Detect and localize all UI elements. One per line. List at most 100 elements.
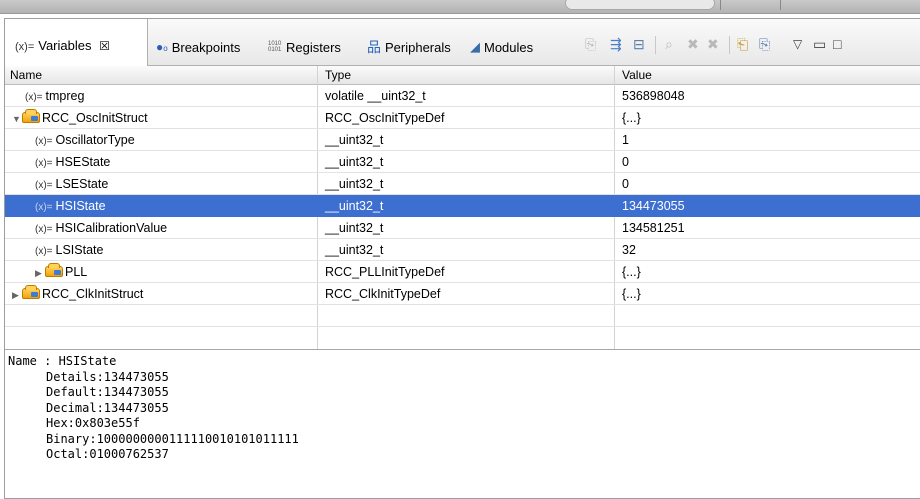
tab-modules-label: Modules bbox=[484, 39, 534, 55]
add-expression-icon[interactable]: ⎘ bbox=[759, 35, 770, 53]
tab-variables[interactable]: (x)= Variables ☒ bbox=[5, 19, 148, 66]
view-menu-icon[interactable]: ▽ bbox=[793, 35, 802, 53]
details-decimal: Decimal:134473055 bbox=[46, 400, 169, 415]
variable-value[interactable]: 536898048 bbox=[622, 89, 685, 103]
breakpoints-icon: ●o bbox=[156, 40, 168, 54]
toolbar-separator bbox=[780, 0, 781, 10]
variables-table: (x)= tmpreg volatile __uint32_t 536898048… bbox=[5, 85, 920, 327]
variable-icon: (x)= bbox=[35, 246, 53, 257]
window-toolbar-strip bbox=[0, 0, 920, 14]
view-tab-bar: (x)= Variables ☒ ●o Breakpoints 1010 0101 Re… bbox=[5, 19, 920, 66]
table-row-empty bbox=[5, 305, 920, 327]
variable-value[interactable]: {...} bbox=[622, 111, 641, 125]
table-row[interactable]: ▶ PLL RCC_PLLInitTypeDef {...} bbox=[5, 261, 920, 283]
toolbar-separator bbox=[655, 36, 656, 54]
variable-name: HSIState bbox=[55, 199, 106, 213]
tab-modules[interactable]: ◢ Modules bbox=[470, 38, 533, 56]
toolbar-separator bbox=[720, 0, 721, 10]
table-row[interactable]: (x)= LSEState __uint32_t 0 bbox=[5, 173, 920, 195]
disconnect-icon[interactable]: ⌕ bbox=[665, 35, 673, 53]
variable-type: __uint32_t bbox=[325, 221, 384, 235]
variable-value[interactable]: {...} bbox=[622, 265, 641, 279]
variable-icon: (x)= bbox=[35, 202, 53, 213]
variable-type: __uint32_t bbox=[325, 133, 384, 147]
variable-icon: (x)= bbox=[25, 92, 43, 103]
chevron-right-icon[interactable]: ▶ bbox=[35, 268, 45, 279]
tab-registers-label: Registers bbox=[286, 39, 341, 55]
variable-type: __uint32_t bbox=[325, 243, 384, 257]
close-icon[interactable]: ☒ bbox=[99, 39, 110, 53]
minimize-icon[interactable]: ▭ bbox=[813, 35, 826, 53]
variable-type: __uint32_t bbox=[325, 199, 384, 213]
column-header-value[interactable]: Value bbox=[622, 68, 652, 82]
table-row-selected[interactable]: (x)= HSIState __uint32_t 134473055 bbox=[5, 195, 920, 217]
variable-name: tmpreg bbox=[45, 89, 85, 103]
tab-breakpoints[interactable]: ●o Breakpoints bbox=[156, 38, 240, 56]
variable-name: LSEState bbox=[55, 177, 109, 191]
layout-icon[interactable]: ⊟ bbox=[633, 35, 645, 53]
variable-icon: (x)= bbox=[35, 224, 53, 235]
details-hex: Hex:0x803e55f bbox=[46, 416, 140, 430]
details-octal: Octal:01000762537 bbox=[46, 447, 169, 461]
details-binary: Binary:1000000000111110010101011111 bbox=[46, 431, 299, 446]
registers-icon: 1010 0101 bbox=[268, 41, 282, 53]
column-header-type[interactable]: Type bbox=[325, 68, 351, 82]
table-header: Name Type Value bbox=[5, 66, 920, 85]
variable-name: HSICalibrationValue bbox=[55, 221, 168, 235]
details-details: Details:134473055 bbox=[46, 369, 169, 384]
add-variable-icon[interactable]: ⎗ bbox=[737, 35, 748, 53]
struct-icon bbox=[45, 263, 63, 277]
table-row[interactable]: ▶ RCC_ClkInitStruct RCC_ClkInitTypeDef {.… bbox=[5, 283, 920, 305]
perspective-switcher[interactable] bbox=[565, 0, 715, 10]
variable-icon: (x)= bbox=[35, 180, 53, 191]
tab-breakpoints-label: Breakpoints bbox=[171, 39, 241, 55]
table-row[interactable]: (x)= HSICalibrationValue __uint32_t 13458… bbox=[5, 217, 920, 239]
table-row[interactable]: (x)= LSIState __uint32_t 32 bbox=[5, 239, 920, 261]
details-name: Name : HSIState bbox=[8, 354, 117, 368]
variables-view: (x)= Variables ☒ ●o Breakpoints 1010 0101 Re… bbox=[4, 18, 920, 499]
tab-peripherals[interactable]: 品 Peripherals bbox=[367, 38, 451, 56]
variable-value[interactable]: 134581251 bbox=[622, 221, 685, 235]
variable-value[interactable]: 32 bbox=[622, 243, 636, 257]
tab-variables-label: Variables bbox=[38, 38, 92, 53]
eclipse-window: (x)= Variables ☒ ●o Breakpoints 1010 0101 Re… bbox=[0, 0, 920, 499]
variable-value[interactable]: 134473055 bbox=[622, 199, 685, 213]
tab-peripherals-label: Peripherals bbox=[385, 39, 451, 55]
details-default: Default:134473055 bbox=[46, 385, 169, 399]
variable-type: __uint32_t bbox=[325, 155, 384, 169]
show-type-names-icon[interactable]: ⇶ bbox=[610, 35, 622, 53]
details-pane[interactable]: Name : HSIState Details:134473055 Default:… bbox=[8, 354, 299, 463]
struct-icon bbox=[22, 285, 40, 299]
remove-icon[interactable]: ✖ bbox=[687, 35, 699, 53]
variable-name: RCC_ClkInitStruct bbox=[42, 287, 144, 301]
column-header-name[interactable]: Name bbox=[10, 68, 42, 82]
variable-type: RCC_OscInitTypeDef bbox=[325, 111, 445, 125]
variable-name: LSIState bbox=[55, 243, 104, 257]
table-row[interactable]: ▼ RCC_OscInitStruct RCC_OscInitTypeDef {.… bbox=[5, 107, 920, 129]
table-row[interactable]: (x)= HSEState __uint32_t 0 bbox=[5, 151, 920, 173]
chevron-down-icon[interactable]: ▼ bbox=[12, 114, 22, 124]
variable-value[interactable]: {...} bbox=[622, 287, 641, 301]
variable-name: OscillatorType bbox=[55, 133, 135, 147]
toolbar-separator bbox=[729, 36, 730, 54]
modules-icon: ◢ bbox=[470, 39, 480, 54]
tab-registers[interactable]: 1010 0101 Registers bbox=[268, 38, 341, 56]
details-pane-divider[interactable] bbox=[5, 349, 920, 350]
variable-value[interactable]: 1 bbox=[622, 133, 629, 147]
variable-type: RCC_ClkInitTypeDef bbox=[325, 287, 441, 301]
variable-type: volatile __uint32_t bbox=[325, 89, 426, 103]
table-row[interactable]: (x)= tmpreg volatile __uint32_t 536898048 bbox=[5, 85, 920, 107]
remove-all-icon[interactable]: ✖ bbox=[707, 35, 719, 53]
struct-icon bbox=[22, 109, 40, 123]
variable-value[interactable]: 0 bbox=[622, 177, 629, 191]
chevron-right-icon[interactable]: ▶ bbox=[12, 290, 22, 301]
variable-icon: (x)= bbox=[35, 136, 53, 147]
variable-icon: (x)= bbox=[35, 158, 53, 169]
maximize-icon[interactable]: □ bbox=[833, 35, 841, 53]
variable-name: RCC_OscInitStruct bbox=[42, 111, 148, 125]
table-row[interactable]: (x)= OscillatorType __uint32_t 1 bbox=[5, 129, 920, 151]
variable-value[interactable]: 0 bbox=[622, 155, 629, 169]
variable-type: RCC_PLLInitTypeDef bbox=[325, 265, 445, 279]
collapse-all-icon[interactable]: ⎘ bbox=[585, 35, 596, 53]
variable-name: HSEState bbox=[55, 155, 111, 169]
